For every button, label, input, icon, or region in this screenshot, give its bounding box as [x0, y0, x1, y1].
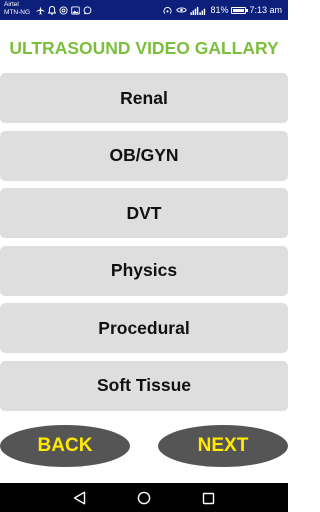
- battery-percentage: 81%: [210, 5, 229, 15]
- category-button-dvt[interactable]: DVT: [0, 188, 288, 238]
- system-home-button[interactable]: [136, 490, 152, 506]
- hotspot-icon: [163, 6, 172, 14]
- system-navigation-bar: [0, 483, 288, 512]
- category-button-soft-tissue[interactable]: Soft Tissue: [0, 360, 288, 411]
- category-button-procedural[interactable]: Procedural: [0, 303, 288, 353]
- back-button[interactable]: BACK: [0, 425, 130, 467]
- carrier-line-1: Airtel: [4, 1, 19, 8]
- gallery-icon: [71, 5, 80, 15]
- app-screen: Airtel MTN-NG 81% 7:13 am ULTRASOUND VID…: [0, 0, 288, 512]
- battery-icon: [231, 6, 249, 14]
- status-bar: Airtel MTN-NG 81% 7:13 am: [0, 0, 288, 20]
- airplane-icon: [36, 5, 45, 15]
- signal-icon: [190, 6, 206, 15]
- clock: 7:13 am: [249, 5, 282, 15]
- carrier-line-2: MTN-NG: [4, 9, 30, 16]
- system-recents-button[interactable]: [200, 490, 216, 506]
- home-circle-icon: [137, 491, 151, 505]
- notification-icons: [36, 5, 92, 15]
- system-status: 81% 7:13 am: [162, 4, 282, 16]
- category-button-renal[interactable]: Renal: [0, 73, 288, 123]
- page-title: ULTRASOUND VIDEO GALLARY: [9, 38, 279, 58]
- whatsapp-icon: [83, 5, 92, 14]
- battery-level: [233, 8, 244, 12]
- next-button[interactable]: NEXT: [158, 425, 288, 467]
- carrier-info: Airtel MTN-NG: [4, 1, 30, 17]
- at-sign-icon: [59, 5, 68, 15]
- system-back-button[interactable]: [71, 490, 87, 506]
- category-button-physics[interactable]: Physics: [0, 245, 288, 296]
- eye-icon: [176, 7, 188, 13]
- back-triangle-icon: [73, 491, 85, 505]
- category-button-ob-gyn[interactable]: OB/GYN: [0, 130, 288, 181]
- bell-icon: [48, 5, 56, 15]
- category-list: Renal OB/GYN DVT Physics Procedural Soft…: [0, 73, 288, 418]
- recents-square-icon: [202, 492, 214, 504]
